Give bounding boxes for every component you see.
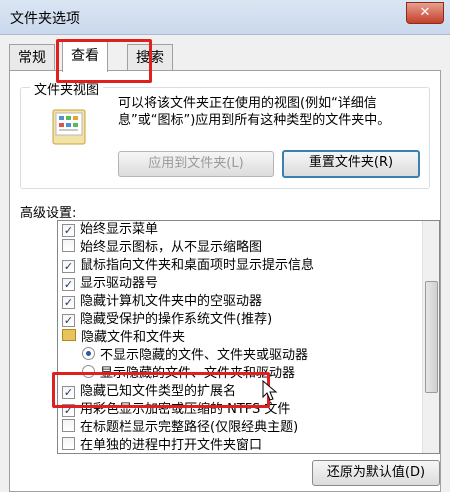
reset-folders-button[interactable]: 重置文件夹(R): [282, 150, 420, 178]
advanced-settings-list[interactable]: ✓ 始终显示菜单 始终显示图标，从不显示缩略图 ✓ 鼠标指向文件夹和桌面项时显示提示…: [57, 220, 440, 454]
list-item[interactable]: 始终显示图标，从不显示缩略图: [62, 239, 262, 257]
list-item-label: 在单独的进程中打开文件夹窗口: [80, 438, 263, 453]
mouse-cursor-icon: [262, 380, 278, 401]
list-item-label: 始终显示菜单: [80, 222, 159, 237]
list-item[interactable]: ✓ 隐藏受保护的操作系统文件(推荐): [62, 311, 272, 329]
checkbox-unchecked-icon[interactable]: [62, 437, 75, 450]
list-item[interactable]: ✓ 始终显示菜单: [62, 221, 158, 239]
title-bar: 文件夹选项 ✕: [0, 0, 450, 35]
list-item-label: 始终显示图标，从不显示缩略图: [80, 240, 263, 255]
advanced-settings-label: 高级设置:: [20, 206, 77, 221]
checkbox-unchecked-icon[interactable]: [62, 419, 75, 432]
folder-view-icon: [52, 109, 86, 145]
option-highlight: [52, 372, 270, 408]
window-title: 文件夹选项: [10, 11, 80, 27]
list-item-label: 显示驱动器号: [80, 276, 159, 291]
checkbox-checked-icon[interactable]: ✓: [62, 296, 75, 309]
checkbox-checked-icon[interactable]: ✓: [62, 224, 75, 237]
list-item-label: 不显示隐藏的文件、文件夹或驱动器: [100, 348, 309, 363]
apply-to-folders-button[interactable]: 应用到文件夹(L): [118, 151, 274, 177]
list-item: 隐藏文件和文件夹: [62, 329, 185, 347]
checkbox-checked-icon[interactable]: ✓: [62, 278, 75, 291]
list-item[interactable]: ✓ 鼠标指向文件夹和桌面项时显示提示信息: [62, 257, 314, 275]
checkbox-checked-icon[interactable]: ✓: [62, 260, 75, 273]
tab-general[interactable]: 常规: [9, 44, 55, 71]
list-item-label: 在标题栏显示完整路径(仅限经典主题): [80, 420, 299, 435]
tab-highlight: [56, 39, 152, 83]
list-item-label: 隐藏文件和文件夹: [81, 330, 186, 345]
close-icon[interactable]: ✕: [406, 2, 444, 24]
list-item[interactable]: ✓ 显示驱动器号: [62, 275, 158, 293]
restore-defaults-button[interactable]: 还原为默认值(D): [312, 460, 440, 486]
checkbox-unchecked-icon[interactable]: [62, 239, 75, 252]
list-item[interactable]: 在单独的进程中打开文件夹窗口: [62, 437, 263, 453]
list-item[interactable]: ✓ 隐藏计算机文件夹中的空驱动器: [62, 293, 262, 311]
list-item[interactable]: 不显示隐藏的文件、文件夹或驱动器: [82, 347, 308, 365]
radio-selected-icon[interactable]: [82, 347, 95, 360]
list-item-label: 隐藏受保护的操作系统文件(推荐): [80, 312, 273, 327]
list-item-label: 鼠标指向文件夹和桌面项时显示提示信息: [80, 258, 315, 273]
folder-icon: [62, 329, 76, 341]
folder-views-description: 可以将该文件夹正在使用的视图(例如“详细信息”或“图标”)应用到所有这种类型的文…: [118, 96, 391, 128]
scrollbar-thumb[interactable]: [425, 281, 438, 393]
vertical-scrollbar[interactable]: [422, 221, 439, 453]
list-item[interactable]: 在标题栏显示完整路径(仅限经典主题): [62, 419, 298, 437]
checkbox-checked-icon[interactable]: ✓: [62, 314, 75, 327]
list-item-label: 隐藏计算机文件夹中的空驱动器: [80, 294, 263, 309]
